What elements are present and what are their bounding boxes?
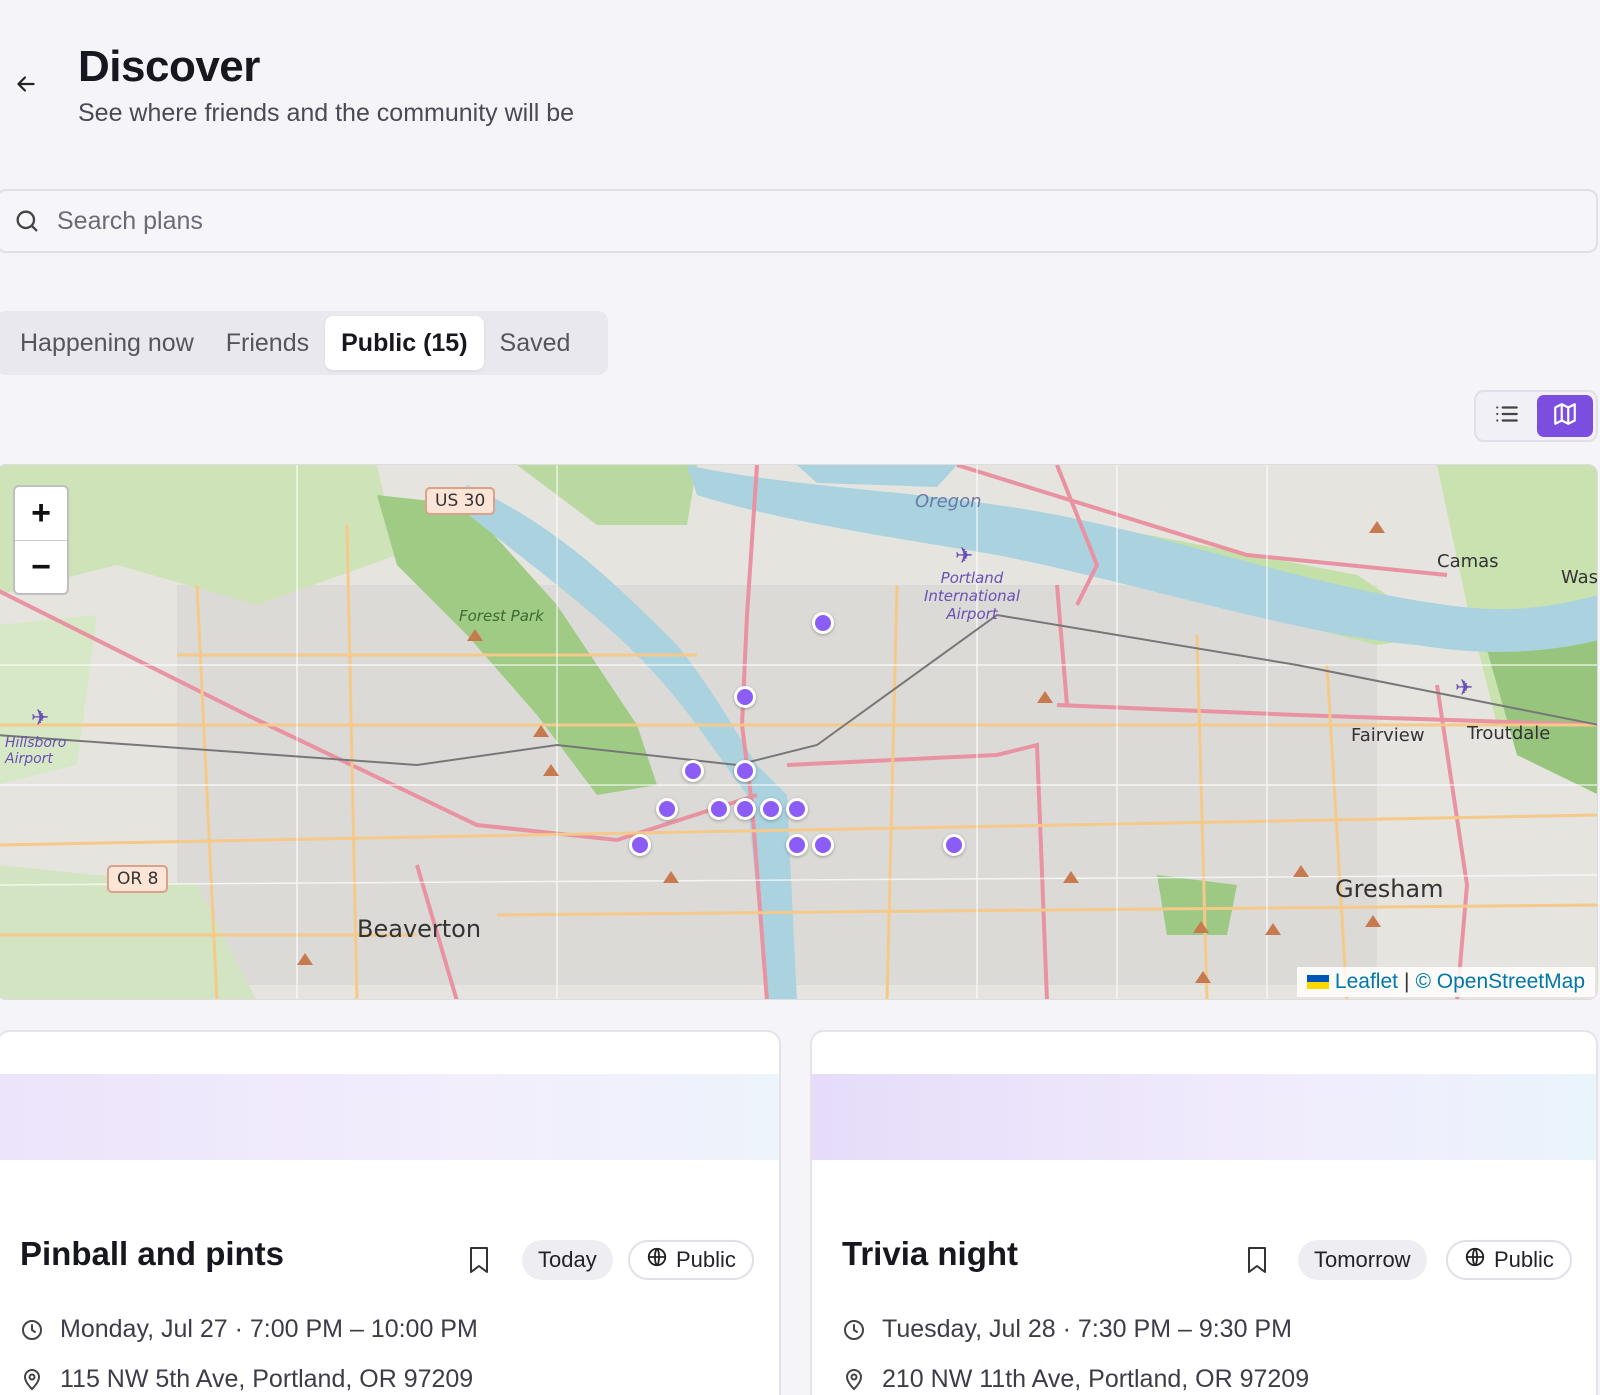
map-label-troutdale: Troutdale xyxy=(1467,723,1551,744)
visibility-badge: Public xyxy=(1446,1240,1572,1280)
clock-icon xyxy=(842,1317,868,1343)
plan-marker[interactable] xyxy=(943,834,965,856)
arrow-left-icon xyxy=(13,71,39,102)
leaflet-link[interactable]: Leaflet xyxy=(1335,970,1398,994)
bookmark-icon xyxy=(1245,1245,1269,1280)
visibility-label: Public xyxy=(676,1247,736,1272)
address-text: 115 NW 5th Ave, Portland, OR 97209 xyxy=(60,1365,474,1393)
day-badge: Today xyxy=(522,1240,613,1280)
map[interactable]: Beaverton Gresham Fairview Troutdale Cam… xyxy=(0,464,1598,1000)
map-label-oregon: Oregon xyxy=(915,491,982,512)
plan-card[interactable]: Trivia night Tomorrow Public Tuesday, Ju… xyxy=(810,1030,1598,1395)
address-text: 210 NW 11th Ave, Portland, OR 97209 xyxy=(882,1365,1310,1393)
airport-icon: ✈ xyxy=(31,705,50,730)
globe-icon xyxy=(1464,1246,1486,1274)
datetime-text: Tuesday, Jul 28 · 7:30 PM – 9:30 PM xyxy=(882,1315,1292,1343)
page-subtitle: See where friends and the community will… xyxy=(78,99,575,127)
plan-marker[interactable] xyxy=(734,798,756,820)
plan-marker[interactable] xyxy=(734,760,756,782)
map-view-button[interactable] xyxy=(1537,395,1593,437)
map-label-hillsboro-airport: Hillsboro Airport xyxy=(5,735,67,767)
card-title: Pinball and pints xyxy=(20,1235,285,1272)
search-icon xyxy=(13,207,41,235)
search-bar xyxy=(0,189,1598,253)
plan-marker[interactable] xyxy=(760,798,782,820)
map-label-pdx-airport: Portland International Airport xyxy=(924,569,1020,623)
tab-friends[interactable]: Friends xyxy=(210,316,325,370)
tab-saved[interactable]: Saved xyxy=(484,316,587,370)
bookmark-button[interactable] xyxy=(464,1244,494,1280)
openstreetmap-link[interactable]: © OpenStreetMap xyxy=(1415,970,1585,994)
tab-public[interactable]: Public (15) xyxy=(325,316,484,370)
plan-marker[interactable] xyxy=(812,612,834,634)
plan-marker[interactable] xyxy=(812,834,834,856)
map-label-camas: Camas xyxy=(1437,551,1499,572)
zoom-out-button[interactable]: − xyxy=(15,540,67,593)
search-input[interactable] xyxy=(57,206,1457,236)
map-label-beaverton: Beaverton xyxy=(357,915,482,943)
map-label-was: Was xyxy=(1561,567,1598,588)
bookmark-icon xyxy=(467,1245,491,1280)
or8-shield: OR 8 xyxy=(107,865,169,893)
plan-marker[interactable] xyxy=(656,798,678,820)
page-title: Discover xyxy=(78,42,260,91)
card-title: Trivia night xyxy=(842,1235,1019,1272)
view-toggle xyxy=(1474,390,1598,442)
plan-marker[interactable] xyxy=(786,834,808,856)
plan-marker[interactable] xyxy=(786,798,808,820)
plan-card[interactable]: Pinball and pints Today Public Monday, J… xyxy=(0,1030,781,1395)
globe-icon xyxy=(646,1246,668,1274)
zoom-in-button[interactable]: + xyxy=(15,487,67,540)
day-badge: Tomorrow xyxy=(1298,1240,1427,1280)
card-banner xyxy=(0,1074,779,1160)
location-pin-icon xyxy=(842,1367,868,1393)
zoom-control: + − xyxy=(13,485,69,595)
airport-icon: ✈ xyxy=(1455,675,1474,700)
us30-shield: US 30 xyxy=(425,487,496,515)
card-address: 115 NW 5th Ave, Portland, OR 97209 xyxy=(20,1365,473,1394)
map-attribution: Leaflet | © OpenStreetMap xyxy=(1296,967,1595,997)
attribution-separator: | xyxy=(1403,970,1410,993)
list-view-button[interactable] xyxy=(1479,395,1535,437)
plan-marker[interactable] xyxy=(734,686,756,708)
airport-icon: ✈ xyxy=(955,543,974,568)
clock-icon xyxy=(20,1317,46,1343)
filter-tabs: Happening now Friends Public (15) Saved xyxy=(0,311,608,375)
back-button[interactable] xyxy=(8,68,44,104)
plan-marker[interactable] xyxy=(629,834,651,856)
map-icon xyxy=(1552,401,1578,432)
bookmark-button[interactable] xyxy=(1242,1244,1272,1280)
plan-marker[interactable] xyxy=(708,798,730,820)
ukraine-flag-icon xyxy=(1306,975,1329,989)
tab-happening-now[interactable]: Happening now xyxy=(4,316,210,370)
location-pin-icon xyxy=(20,1367,46,1393)
datetime-text: Monday, Jul 27 · 7:00 PM – 10:00 PM xyxy=(60,1315,478,1343)
visibility-label: Public xyxy=(1494,1247,1554,1272)
visibility-badge: Public xyxy=(628,1240,754,1280)
card-datetime: Monday, Jul 27 · 7:00 PM – 10:00 PM xyxy=(20,1315,478,1344)
card-datetime: Tuesday, Jul 28 · 7:30 PM – 9:30 PM xyxy=(842,1315,1292,1344)
map-label-fairview: Fairview xyxy=(1351,725,1425,746)
map-label-gresham: Gresham xyxy=(1335,875,1444,903)
card-address: 210 NW 11th Ave, Portland, OR 97209 xyxy=(842,1365,1309,1394)
map-label-forest-park: Forest Park xyxy=(459,607,544,625)
plan-marker[interactable] xyxy=(682,760,704,782)
list-icon xyxy=(1494,401,1520,432)
card-banner xyxy=(812,1074,1596,1160)
